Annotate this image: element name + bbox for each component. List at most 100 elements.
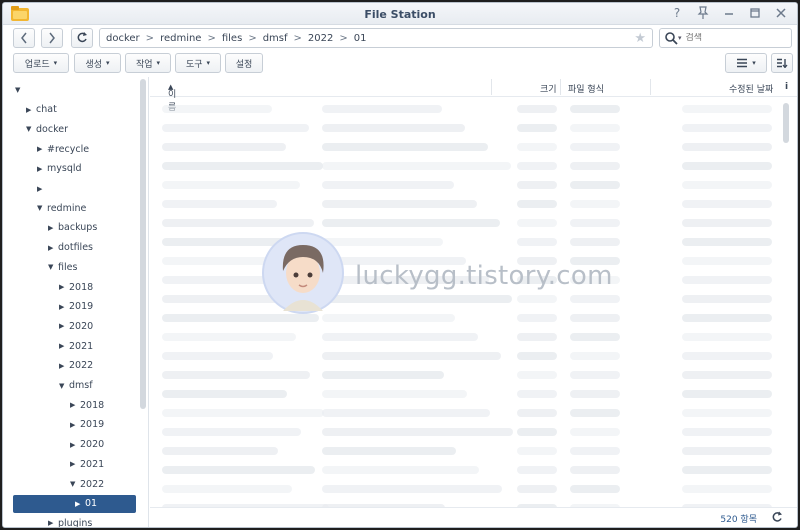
breadcrumb[interactable]: docker > redmine > files > dmsf > 2022 >… [99, 28, 653, 48]
search-box[interactable]: ▾ [659, 28, 792, 48]
avatar-watermark [262, 232, 344, 314]
breadcrumb-docker[interactable]: docker [106, 33, 140, 44]
tree-item[interactable]: ▶ 2018 [59, 278, 93, 296]
tree-item[interactable]: ▶ chat [26, 101, 57, 119]
tree-item[interactable]: ▶ 2020 [59, 317, 93, 335]
tree-item[interactable]: ▶ backups [48, 219, 97, 237]
tree-item[interactable]: ▶ 2022 [59, 357, 93, 375]
more-columns-icon[interactable]: i [785, 82, 788, 92]
caret-right-icon[interactable]: ▶ [48, 519, 58, 527]
tree-item[interactable]: ▶ #recycle [37, 140, 89, 158]
settings-button[interactable]: 설정 [225, 53, 263, 73]
tree-item[interactable]: ▶ 2019 [59, 298, 93, 316]
breadcrumb-dmsf[interactable]: dmsf [263, 33, 288, 44]
caret-right-icon[interactable]: ▶ [59, 322, 69, 330]
tree-item[interactable]: ▶ 2021 [70, 455, 104, 473]
caret-down-icon[interactable]: ▼ [59, 382, 69, 390]
search-input[interactable] [685, 33, 776, 43]
breadcrumb-files[interactable]: files [222, 33, 242, 44]
column-divider[interactable] [560, 79, 561, 95]
folder-tree[interactable]: ▼ ▶ chat ▼ docker ▶ #recycle ▶ mysqld ▶ ▼ redmine ▶ b… [3, 77, 149, 527]
tree-item[interactable]: ▶ 01 [13, 494, 136, 513]
tree-item[interactable]: ▶ mysqld [37, 160, 82, 178]
close-icon[interactable] [775, 6, 787, 20]
caret-down-icon[interactable]: ▼ [37, 204, 47, 212]
caret-right-icon[interactable]: ▶ [70, 441, 80, 449]
blurred-cell [322, 485, 502, 493]
tree-item[interactable]: ▼ 2022 [70, 475, 104, 493]
caret-right-icon[interactable]: ▶ [75, 500, 85, 508]
view-mode-button[interactable]: ▾ [725, 53, 767, 73]
column-header: 이름 ▲ 크기 파일 형식 수정된 날짜 i [150, 77, 797, 113]
tree-item[interactable]: ▶ plugins [48, 514, 92, 527]
list-scrollbar[interactable] [783, 103, 789, 143]
blurred-cell [322, 181, 454, 189]
tools-button[interactable]: 도구 ▾ [175, 53, 221, 73]
search-dropdown-icon[interactable]: ▾ [678, 34, 682, 42]
column-type[interactable]: 파일 형식 [568, 82, 604, 95]
tree-item[interactable]: ▶ 2021 [59, 337, 93, 355]
pin-icon[interactable] [697, 6, 709, 20]
tree-item[interactable]: ▼ dmsf [59, 377, 93, 395]
column-size[interactable]: 크기 [540, 82, 557, 95]
caret-right-icon[interactable]: ▶ [70, 421, 80, 429]
caret-right-icon[interactable]: ▶ [48, 224, 58, 232]
caret-right-icon[interactable]: ▶ [26, 106, 36, 114]
tree-item[interactable]: ▼ docker [26, 120, 68, 138]
breadcrumb-01[interactable]: 01 [354, 33, 367, 44]
dropdown-icon: ▾ [106, 59, 110, 67]
column-divider[interactable] [650, 79, 651, 95]
create-button[interactable]: 생성 ▾ [74, 53, 121, 73]
upload-button[interactable]: 업로드 ▾ [13, 53, 69, 73]
column-divider[interactable] [491, 79, 492, 95]
tree-item[interactable]: ▶ 2018 [70, 396, 104, 414]
tree-scrollbar[interactable] [140, 79, 146, 409]
back-button[interactable] [13, 28, 35, 48]
star-icon[interactable]: ★ [634, 31, 646, 46]
sort-button[interactable] [771, 53, 793, 73]
caret-right-icon[interactable]: ▶ [59, 362, 69, 370]
action-button[interactable]: 작업 ▾ [125, 53, 171, 73]
breadcrumb-2022[interactable]: 2022 [308, 33, 333, 44]
caret-right-icon[interactable]: ▶ [59, 303, 69, 311]
tools-label: 도구 [185, 59, 203, 70]
caret-right-icon[interactable]: ▶ [70, 401, 80, 409]
blurred-cell [682, 409, 772, 417]
breadcrumb-redmine[interactable]: redmine [160, 33, 201, 44]
tree-item[interactable]: ▶ 2020 [70, 436, 104, 454]
caret-down-icon[interactable]: ▼ [48, 263, 58, 271]
blurred-cell [162, 200, 277, 208]
blurred-cell [322, 409, 490, 417]
caret-right-icon[interactable]: ▶ [37, 185, 47, 193]
tree-item[interactable]: ▶ [37, 180, 47, 198]
tree-item-label: 2020 [69, 320, 94, 332]
tree-item[interactable]: ▶ dotfiles [48, 239, 93, 257]
caret-right-icon[interactable]: ▶ [37, 145, 47, 153]
caret-right-icon[interactable]: ▶ [37, 165, 47, 173]
file-list[interactable]: 이름 ▲ 크기 파일 형식 수정된 날짜 i [150, 77, 797, 507]
tree-item[interactable]: ▼ redmine [37, 199, 86, 217]
column-name[interactable]: 이름 ▲ [168, 82, 176, 113]
blurred-cell [682, 314, 772, 322]
forward-button[interactable] [41, 28, 63, 48]
tree-item[interactable]: ▶ 2019 [70, 416, 104, 434]
maximize-icon[interactable] [749, 6, 761, 20]
refresh-button[interactable] [71, 28, 93, 48]
tree-item[interactable]: ▼ files [48, 258, 77, 276]
caret-right-icon[interactable]: ▶ [48, 244, 58, 252]
tree-item[interactable]: ▼ [15, 81, 25, 99]
caret-down-icon[interactable]: ▼ [26, 125, 36, 133]
blurred-cell [682, 143, 772, 151]
status-bar: 520 항목 [150, 507, 797, 527]
caret-right-icon[interactable]: ▶ [59, 342, 69, 350]
caret-down-icon[interactable]: ▼ [70, 480, 80, 488]
caret-right-icon[interactable]: ▶ [70, 460, 80, 468]
minimize-icon[interactable] [723, 6, 735, 20]
refresh-icon[interactable] [771, 511, 783, 523]
blurred-cell [517, 219, 557, 227]
column-modified[interactable]: 수정된 날짜 [729, 82, 773, 95]
caret-down-icon[interactable]: ▼ [15, 86, 25, 94]
help-icon[interactable]: ? [671, 6, 683, 20]
title-bar[interactable]: File Station ? [3, 3, 797, 25]
caret-right-icon[interactable]: ▶ [59, 283, 69, 291]
